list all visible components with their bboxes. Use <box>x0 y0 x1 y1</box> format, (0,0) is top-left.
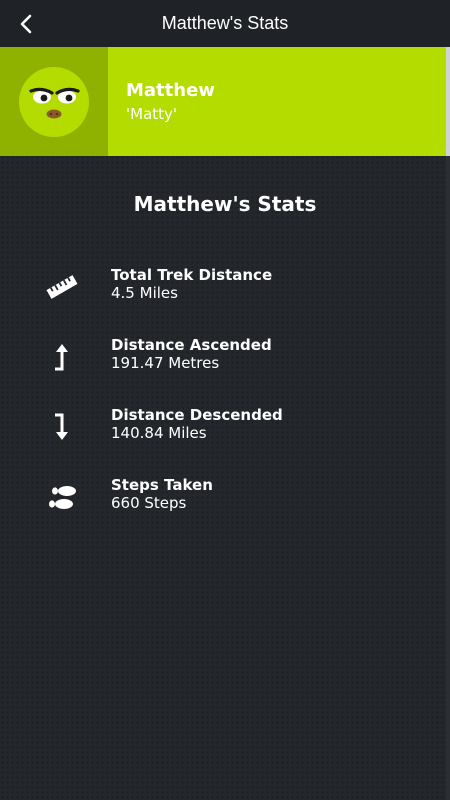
stat-steps-taken: Steps Taken 660 Steps <box>0 476 446 526</box>
stat-value: 140.84 Miles <box>111 424 207 442</box>
scrollbar-thumb[interactable] <box>446 47 450 156</box>
stats-title: Matthew's Stats <box>133 192 317 216</box>
scrollbar[interactable] <box>446 47 450 800</box>
stat-value: 660 Steps <box>111 494 187 512</box>
stat-value: 191.47 Metres <box>111 354 220 372</box>
profile-name: Matthew <box>126 80 215 101</box>
top-bar: Matthew's Stats <box>0 0 450 47</box>
arrow-up-icon <box>40 340 84 374</box>
ruler-icon <box>40 270 84 304</box>
stats-screen: Matthew's Stats Matthew 'Matty' Matthew'… <box>0 0 450 800</box>
stat-distance-ascended: Distance Ascended 191.47 Metres <box>0 336 446 386</box>
stat-distance-descended: Distance Descended 140.84 Miles <box>0 406 446 456</box>
stat-label: Distance Ascended <box>111 336 272 354</box>
monster-face-icon <box>19 66 89 137</box>
profile-banner: Matthew 'Matty' <box>0 47 446 156</box>
stat-label: Steps Taken <box>111 476 213 494</box>
stat-total-trek-distance: Total Trek Distance 4.5 Miles <box>0 266 446 316</box>
avatar <box>0 47 108 156</box>
page-title: Matthew's Stats <box>161 13 289 33</box>
profile-nickname: 'Matty' <box>126 105 178 123</box>
stat-label: Total Trek Distance <box>111 266 273 284</box>
stat-value: 4.5 Miles <box>111 284 178 302</box>
footprints-icon <box>40 480 84 514</box>
arrow-down-icon <box>40 410 84 444</box>
stat-label: Distance Descended <box>111 406 283 424</box>
